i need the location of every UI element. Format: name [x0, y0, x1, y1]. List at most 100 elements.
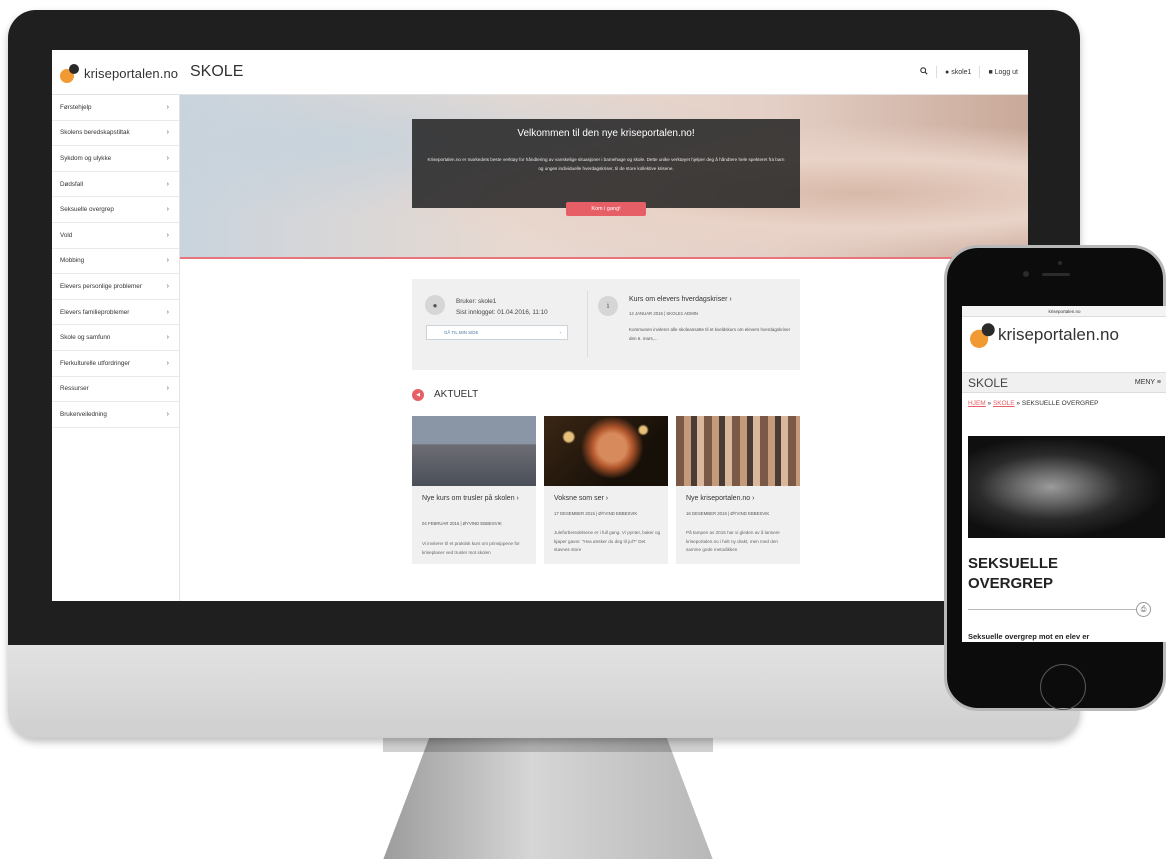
sidebar-item-label: Sykdom og ulykke	[60, 154, 112, 162]
sidebar-item-label: Førstehjelp	[60, 103, 92, 111]
logo-mark-icon	[970, 321, 999, 350]
breadcrumb-section[interactable]: SKOLE	[993, 400, 1015, 407]
sidebar-item-sykdom[interactable]: Sykdom og ulykke ›	[52, 146, 179, 172]
mobile-section-title: SKOLE	[968, 376, 1009, 390]
menu-button[interactable]: MENY ≡	[1135, 379, 1161, 386]
sidebar-item-seksuelle-overgrep[interactable]: Seksuelle overgrep ›	[52, 197, 179, 223]
news-image-police	[412, 416, 536, 486]
user-info: Bruker: skole1 Sist innlogget: 01.04.201…	[456, 296, 548, 318]
news-image-child	[544, 416, 668, 486]
get-started-button[interactable]: Kom i gang!	[566, 202, 646, 216]
sidebar: Førstehjelp › Skolens beredskapstiltak › S…	[52, 95, 180, 601]
phone-camera	[1058, 261, 1062, 265]
sidebar-item-label: Elevers familieproblemer	[60, 308, 130, 316]
sidebar-item-mobbing[interactable]: Mobbing ›	[52, 249, 179, 275]
chevron-right-icon: ›	[559, 330, 561, 335]
monitor-stand	[383, 738, 713, 859]
desktop-screen: kriseportalen.no SKOLE ● skole1 ■ Logg u…	[52, 50, 1028, 601]
news-card[interactable]: Nye kurs om trusler på skolen › 04 FEBRU…	[412, 416, 536, 564]
breadcrumb-home[interactable]: HJEM	[968, 400, 986, 407]
sidebar-item-label: Dødsfall	[60, 180, 84, 188]
chevron-right-icon: ›	[516, 495, 519, 502]
sidebar-item-forstehjelp[interactable]: Førstehjelp ›	[52, 95, 179, 121]
news-title-text: Nye kurs om trusler på skolen	[422, 495, 515, 502]
news-title: Voksne som ser ›	[554, 494, 662, 504]
news-card[interactable]: Voksne som ser › 17 DESEMBER 2015 | ØYVI…	[544, 416, 668, 564]
news-title-text: Voksne som ser	[554, 495, 604, 502]
logo-mark-icon	[60, 62, 82, 84]
chevron-right-icon: ›	[605, 495, 609, 502]
my-page-button[interactable]: GÅ TIL MIN SIDE ›	[426, 325, 568, 340]
logo[interactable]: kriseportalen.no	[60, 60, 188, 86]
sidebar-item-label: Flerkulturelle utfordringer	[60, 359, 130, 367]
course-link[interactable]: Kurs om elevers hverdagskriser ›	[629, 296, 732, 303]
header: kriseportalen.no SKOLE ● skole1 ■ Logg u…	[52, 50, 1028, 95]
sidebar-item-label: Skolens beredskapstiltak	[60, 129, 130, 137]
sidebar-item-label: Brukerveiledning	[60, 410, 107, 418]
sidebar-item-flerkulturelle[interactable]: Flerkulturelle utfordringer ›	[52, 351, 179, 377]
user-menu[interactable]: ● skole1	[945, 69, 971, 76]
last-login: Sist innlogget: 01.04.2016, 11:10	[456, 309, 548, 316]
chevron-right-icon: ›	[166, 282, 169, 290]
mobile-navbar: SKOLE MENY ≡	[962, 372, 1166, 393]
news-text: Juleforberedelsene er i full gang. Vi py…	[554, 530, 661, 552]
welcome-box: Velkommen til den nye kriseportalen.no! …	[412, 119, 800, 208]
article-title: SEKSUELLE OVERGREP	[968, 554, 1158, 594]
my-page-label: GÅ TIL MIN SIDE	[444, 330, 479, 335]
breadcrumb: HJEM » SKOLE » SEKSUELLE OVERGREP	[968, 400, 1098, 407]
article-title-line: OVERGREP	[968, 575, 1054, 592]
course-meta: 14 JANUAR 2016 | SKOLE1 ADMIN	[629, 311, 698, 316]
news-text: Vi inviterer til et praktisk kurs om pri…	[422, 541, 520, 555]
course-text: Kommunen inviterer alle skoleansatte til…	[629, 327, 791, 341]
search-icon[interactable]	[920, 67, 928, 77]
chevron-right-icon: ›	[166, 359, 169, 367]
sidebar-item-label: Vold	[60, 231, 73, 239]
chevron-right-icon: ›	[166, 129, 169, 137]
lock-icon: ■	[988, 68, 993, 76]
url-bar[interactable]: kriseportalen.no	[962, 306, 1166, 317]
chevron-right-icon: ›	[166, 180, 169, 188]
sidebar-item-skole-og-samfunn[interactable]: Skole og samfunn ›	[52, 325, 179, 351]
sidebar-item-label: Ressurser	[60, 385, 89, 393]
user-line: Bruker: skole1	[456, 298, 497, 305]
sidebar-item-beredskapstiltak[interactable]: Skolens beredskapstiltak ›	[52, 121, 179, 147]
chevron-right-icon: ›	[752, 495, 755, 502]
welcome-title: Velkommen til den nye kriseportalen.no!	[517, 128, 695, 139]
sidebar-item-label: Skole og samfunn	[60, 334, 111, 342]
sidebar-item-familieproblemer[interactable]: Elevers familieproblemer ›	[52, 300, 179, 326]
sidebar-item-label: Elevers personlige problemer	[60, 282, 142, 290]
header-actions: ● skole1 ■ Logg ut	[920, 66, 1018, 78]
info-divider	[587, 291, 588, 357]
chevron-right-icon: ›	[166, 206, 169, 214]
user-icon: ●	[945, 68, 950, 76]
sidebar-item-vold[interactable]: Vold ›	[52, 223, 179, 249]
chevron-right-icon: ›	[166, 334, 169, 342]
logout-label: Logg ut	[994, 68, 1018, 76]
news-meta: 16 DESEMBER 2015 | ØYVIND EBBESVIK	[686, 511, 770, 516]
info-icon: i	[598, 296, 618, 316]
sidebar-item-label: Seksuelle overgrep	[60, 206, 114, 214]
news-title-text: Nye kriseportalen.no	[686, 495, 751, 502]
sidebar-item-personlige-problemer[interactable]: Elevers personlige problemer ›	[52, 274, 179, 300]
chevron-right-icon: ›	[166, 154, 169, 162]
news-heading: AKTUELT	[434, 389, 479, 400]
chevron-right-icon: ›	[166, 103, 169, 111]
news-card[interactable]: Nye kriseportalen.no › 16 DESEMBER 2015 …	[676, 416, 800, 564]
logout-link[interactable]: ■ Logg ut	[988, 69, 1018, 76]
phone-speaker	[1042, 273, 1070, 276]
phone: kriseportalen.no kriseportalen.no SKOLE …	[944, 245, 1166, 711]
sidebar-item-dodsfall[interactable]: Dødsfall ›	[52, 172, 179, 198]
article-image	[968, 436, 1165, 538]
sidebar-item-brukerveiledning[interactable]: Brukerveiledning ›	[52, 402, 179, 428]
news-meta: 17 DESEMBER 2015 | ØYVIND EBBESVIK	[554, 511, 638, 516]
news-meta: 04 FEBRUAR 2016 | ØYVIND EBBESVIK	[422, 521, 502, 526]
mobile-logo[interactable]: kriseportalen.no	[970, 323, 1119, 348]
article-divider	[968, 609, 1138, 610]
header-divider	[936, 66, 938, 78]
sidebar-item-ressurser[interactable]: Ressurser ›	[52, 377, 179, 403]
print-icon[interactable]: ⎙	[1136, 602, 1151, 617]
news-title: Nye kurs om trusler på skolen ›	[422, 494, 530, 504]
monitor-stand-shadow	[383, 738, 713, 752]
home-button[interactable]	[1040, 664, 1086, 710]
header-divider	[979, 66, 981, 78]
